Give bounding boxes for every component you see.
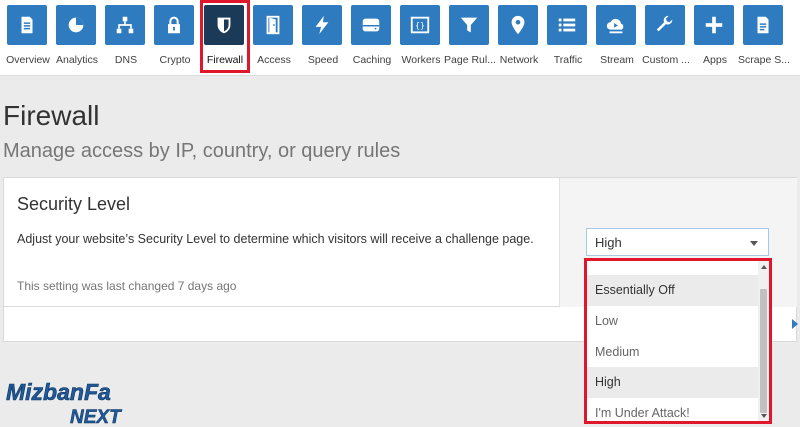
wrench-icon (645, 5, 685, 45)
filter-icon (449, 5, 489, 45)
security-level-dropdown: Essentially Off Low Medium High I'm Unde… (584, 258, 772, 424)
nav-item-workers[interactable]: {} Workers (397, 0, 446, 76)
nav-label: Page Rul... (444, 54, 496, 66)
page-subtitle: Manage access by IP, country, or query r… (3, 140, 401, 162)
active-tab-highlight (200, 0, 250, 73)
door-icon (253, 5, 293, 45)
code-braces-icon: {} (400, 5, 440, 45)
chevron-down-icon (750, 241, 758, 246)
page-title: Firewall (3, 100, 100, 131)
nav-label: Apps (703, 54, 727, 66)
mizbanfa-logo: MizbanFa NEXT (4, 378, 144, 427)
nav-item-overview[interactable]: Overview (4, 0, 53, 76)
nav-item-traffic[interactable]: Traffic (544, 0, 593, 76)
nav-item-stream[interactable]: Stream (593, 0, 642, 76)
svg-text:MizbanFa: MizbanFa (6, 379, 111, 405)
location-pin-icon (498, 5, 538, 45)
page-icon (743, 5, 783, 45)
nav-item-caching[interactable]: Caching (348, 0, 397, 76)
option-essentially-off[interactable]: Essentially Off (587, 275, 758, 306)
pie-chart-icon (56, 5, 96, 45)
nav-label: Network (499, 54, 539, 66)
card-title: Security Level (17, 194, 131, 214)
option-medium[interactable]: Medium (587, 337, 758, 368)
nav-label: Scrape S... (738, 54, 790, 66)
nav-label: Caching (352, 54, 392, 66)
drive-icon (351, 5, 391, 45)
svg-text:{}: {} (415, 20, 425, 30)
nav-label: Custom ... (642, 54, 690, 66)
nav-item-apps[interactable]: Apps (691, 0, 740, 76)
nav-item-scrape-shield[interactable]: Scrape S... (738, 0, 790, 76)
network-tree-icon (105, 5, 145, 45)
security-level-select[interactable]: High (586, 228, 769, 256)
nav-item-access[interactable]: Access (250, 0, 299, 76)
scroll-up-arrow-icon[interactable] (761, 265, 767, 269)
document-icon (7, 5, 47, 45)
select-value: High (595, 235, 622, 250)
cloud-play-icon (596, 5, 636, 45)
scroll-thumb[interactable] (760, 289, 767, 413)
nav-label: Stream (600, 54, 634, 66)
lock-icon (154, 5, 194, 45)
chevron-right-icon[interactable] (792, 319, 798, 329)
top-navigation: Overview Analytics DNS Crypto Firewall A… (0, 0, 800, 76)
list-icon (547, 5, 587, 45)
nav-item-network[interactable]: Network (495, 0, 544, 76)
nav-item-dns[interactable]: DNS (102, 0, 151, 76)
nav-label: Overview (6, 54, 50, 66)
nav-item-page-rules[interactable]: Page Rul... (444, 0, 496, 76)
nav-label: Speed (307, 54, 339, 66)
plus-icon (694, 5, 734, 45)
nav-label: Workers (401, 54, 441, 66)
nav-label: Traffic (553, 54, 583, 66)
nav-label: DNS (114, 54, 138, 66)
nav-item-crypto[interactable]: Crypto (151, 0, 200, 76)
scroll-down-arrow-icon[interactable] (761, 414, 767, 418)
nav-label: Crypto (159, 54, 191, 66)
nav-label: Access (257, 54, 291, 66)
nav-item-speed[interactable]: Speed (299, 0, 348, 76)
option-high[interactable]: High (587, 367, 758, 398)
lightning-icon (302, 5, 342, 45)
option-under-attack[interactable]: I'm Under Attack! (587, 398, 758, 421)
last-changed-text: This setting was last changed 7 days ago (17, 279, 237, 293)
nav-item-analytics[interactable]: Analytics (53, 0, 102, 76)
dropdown-scrollbar[interactable] (758, 261, 769, 421)
nav-item-custom[interactable]: Custom ... (642, 0, 691, 76)
card-description: Adjust your website’s Security Level to … (17, 232, 534, 246)
option-low[interactable]: Low (587, 306, 758, 337)
svg-text:NEXT: NEXT (70, 407, 122, 426)
nav-label: Analytics (55, 54, 98, 66)
